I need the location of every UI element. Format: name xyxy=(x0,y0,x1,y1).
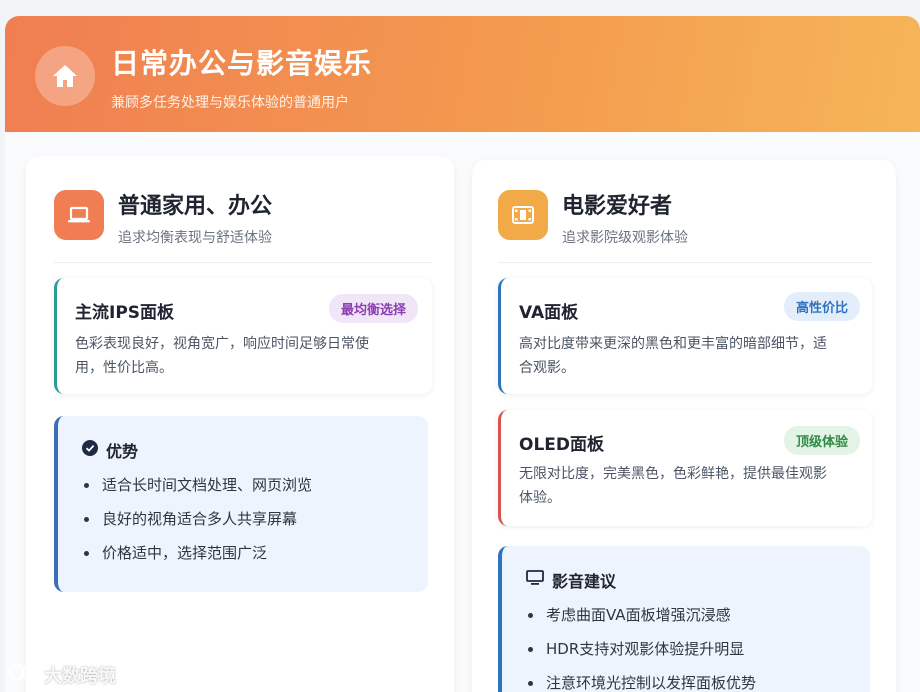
premium-badge: 顶级体验 xyxy=(783,426,860,455)
watermark: 大数跨境 xyxy=(8,662,116,688)
advantages-title: 优势 xyxy=(82,438,138,462)
item-desc: 无限对比度，完美黑色，色彩鲜艳，提供最佳观影 体验。 xyxy=(519,466,827,506)
logo-icon xyxy=(8,663,38,688)
list-item: HDR支持对观影体验提升明显 xyxy=(526,632,756,666)
item-name: OLED面板 xyxy=(519,435,605,455)
home-icon[interactable] xyxy=(35,46,95,106)
oled-panel-item[interactable]: OLED面板 顶级体验 无限对比度，完美黑色，色彩鲜艳，提供最佳观影 体验。 xyxy=(498,410,872,526)
office-subtitle: 追求均衡表现与舒适体验 xyxy=(118,230,272,246)
item-name: VA面板 xyxy=(519,303,579,323)
movie-card: 电影爱好者 追求影院级观影体验 VA面板 高性价比 高对比度带来更深的黑色和更丰… xyxy=(472,160,896,692)
list-item: 考虑曲面VA面板增强沉浸感 xyxy=(526,598,756,632)
office-card: 普通家用、办公 追求均衡表现与舒适体验 主流IPS面板 最均衡选择 色彩表现良好… xyxy=(26,156,454,692)
office-title: 普通家用、办公 xyxy=(118,194,273,219)
list-item: 良好的视角适合多人共享屏幕 xyxy=(82,502,312,536)
laptop-icon xyxy=(54,190,104,240)
item-desc: 色彩表现良好，视角宽广，响应时间足够日常使 用，性价比高。 xyxy=(75,336,369,376)
advantages-box: 优势 适合长时间文档处理、网页浏览 良好的视角适合多人共享屏幕 价格适中，选择范… xyxy=(54,416,428,592)
ips-panel-item[interactable]: 主流IPS面板 最均衡选择 色彩表现良好，视角宽广，响应时间足够日常使 用，性价… xyxy=(54,278,432,394)
page-header: 日常办公与影音娱乐 兼顾多任务处理与娱乐体验的普通用户 xyxy=(5,16,920,132)
item-name: 主流IPS面板 xyxy=(75,303,175,323)
movie-subtitle: 追求影院级观影体验 xyxy=(562,230,688,246)
divider xyxy=(54,262,432,263)
monitor-icon xyxy=(526,570,544,590)
suggestions-box: 影音建议 考虑曲面VA面板增强沉浸感 HDR支持对观影体验提升明显 注意环境光控… xyxy=(498,546,870,692)
movie-title: 电影爱好者 xyxy=(562,194,673,219)
page-subtitle: 兼顾多任务处理与娱乐体验的普通用户 xyxy=(111,95,349,111)
list-item: 价格适中，选择范围广泛 xyxy=(82,536,312,570)
list-item: 注意环境光控制以发挥面板优势 xyxy=(526,666,756,692)
divider xyxy=(498,262,872,263)
va-panel-item[interactable]: VA面板 高性价比 高对比度带来更深的黑色和更丰富的暗部细节，适 合观影。 xyxy=(498,278,872,394)
advantages-list: 适合长时间文档处理、网页浏览 良好的视角适合多人共享屏幕 价格适中，选择范围广泛 xyxy=(82,468,312,570)
page-title: 日常办公与影音娱乐 xyxy=(111,47,373,80)
film-icon xyxy=(498,190,548,240)
value-badge: 高性价比 xyxy=(783,292,860,321)
suggestions-list: 考虑曲面VA面板增强沉浸感 HDR支持对观影体验提升明显 注意环境光控制以发挥面… xyxy=(526,598,756,692)
suggestions-title: 影音建议 xyxy=(526,568,616,592)
recommend-badge: 最均衡选择 xyxy=(328,294,418,323)
item-desc: 高对比度带来更深的黑色和更丰富的暗部细节，适 合观影。 xyxy=(519,336,827,376)
check-circle-icon xyxy=(82,440,98,460)
list-item: 适合长时间文档处理、网页浏览 xyxy=(82,468,312,502)
